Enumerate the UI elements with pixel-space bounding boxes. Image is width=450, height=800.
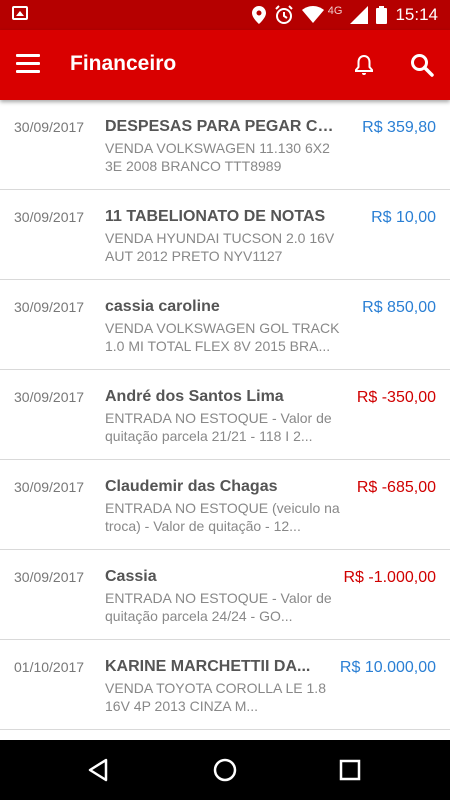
bell-icon[interactable] [352,53,376,77]
transaction-row[interactable]: 30/09/2017 Cassia R$ -1.000,00 ENTRADA N… [0,550,450,640]
transaction-row[interactable]: 30/09/2017 Claudemir das Chagas R$ -685,… [0,460,450,550]
wifi-icon [301,6,324,23]
transaction-name: cassia caroline [105,298,220,315]
page-title: Financeiro [70,52,177,75]
transaction-date: 30/09/2017 [14,479,85,495]
transaction-description: ENTRADA NO ESTOQUE (veiculo na troca) - … [105,500,340,534]
transaction-amount: R$ 359,80 [362,119,436,136]
status-icons: 4G 15:14 [251,0,438,30]
transaction-row[interactable]: 30/09/2017 cassia caroline R$ 850,00 VEN… [0,280,450,370]
transaction-description: ENTRADA NO ESTOQUE - Valor de quitação p… [105,410,332,444]
navigation-bar [0,740,450,800]
clock: 15:14 [395,5,438,24]
transaction-row[interactable]: 01/10/2017 KARINE MARCHETTII DA... R$ 10… [0,640,450,730]
transaction-row[interactable]: 30/09/2017 André dos Santos Lima R$ -350… [0,370,450,460]
transaction-amount: R$ -350,00 [356,389,436,406]
transaction-amount: R$ 10,00 [371,209,436,226]
transaction-date: 30/09/2017 [14,299,85,315]
transaction-date: 30/09/2017 [14,389,85,405]
location-icon [251,6,266,24]
transaction-description: VENDA HYUNDAI TUCSON 2.0 16V AUT 2012 PR… [105,230,335,264]
transaction-date: 30/09/2017 [14,119,85,135]
transaction-description: ENTRADA NO ESTOQUE - Valor de quitação p… [105,590,332,624]
transaction-amount: R$ 10.000,00 [339,659,436,676]
transaction-date: 30/09/2017 [14,209,85,225]
transaction-name: DESPESAS PARA PEGAR CA... [105,118,341,135]
home-icon[interactable] [210,755,240,785]
status-bar: 4G 15:14 [0,0,450,30]
signal-icon [350,6,369,24]
transaction-description: VENDA VOLKSWAGEN 11.130 6X2 3E 2008 BRAN… [105,140,330,174]
menu-icon[interactable] [16,54,40,74]
transaction-name: KARINE MARCHETTII DA... [105,658,311,675]
transaction-name: André dos Santos Lima [105,388,284,405]
transaction-amount: R$ 850,00 [362,299,436,316]
transaction-amount: R$ -685,00 [356,479,436,496]
transaction-date: 01/10/2017 [14,659,85,675]
alarm-icon [275,5,293,24]
transaction-description: VENDA VOLKSWAGEN GOL TRACK 1.0 MI TOTAL … [105,320,340,354]
transaction-list: 30/09/2017 DESPESAS PARA PEGAR CA... R$ … [0,100,450,730]
transaction-name: 11 TABELIONATO DE NOTAS [105,208,326,225]
transaction-name: Cassia [105,568,157,585]
recents-icon[interactable] [335,755,365,785]
image-icon [12,6,28,20]
app-bar: Financeiro [0,30,450,100]
transaction-description: VENDA TOYOTA COROLLA LE 1.8 16V 4P 2013 … [105,680,326,714]
transaction-amount: R$ -1.000,00 [343,569,436,586]
transaction-date: 30/09/2017 [14,569,85,585]
transaction-name: Claudemir das Chagas [105,478,278,495]
transaction-row[interactable]: 30/09/2017 DESPESAS PARA PEGAR CA... R$ … [0,100,450,190]
network-type: 4G [327,5,343,17]
transaction-row[interactable]: 30/09/2017 11 TABELIONATO DE NOTAS R$ 10… [0,190,450,280]
search-icon[interactable] [409,52,435,78]
back-icon[interactable] [84,755,114,785]
battery-icon [376,6,388,24]
